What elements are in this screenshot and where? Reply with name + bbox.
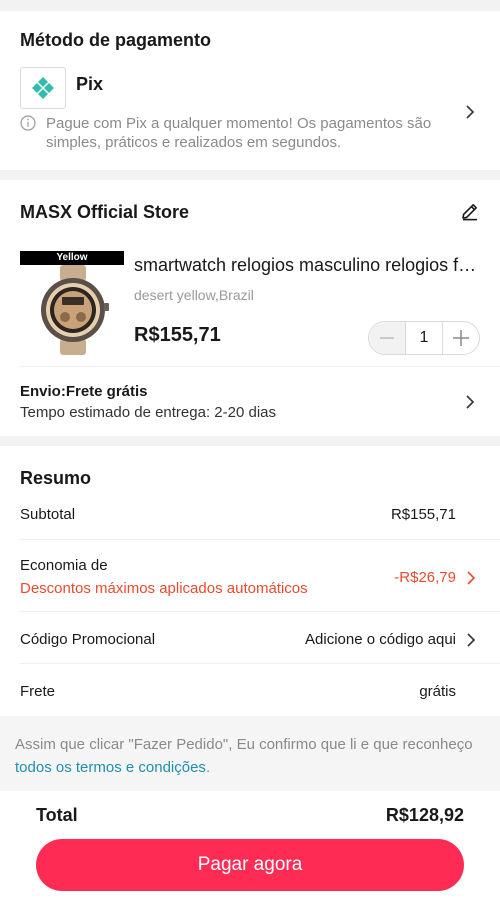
decrease-quantity-button[interactable]: [369, 322, 405, 354]
terms-end: .: [205, 759, 211, 776]
increase-quantity-button[interactable]: [443, 322, 479, 354]
quantity-value[interactable]: 1: [405, 322, 443, 354]
payment-note: Pague com Pix a qualquer momento! Os pag…: [46, 115, 432, 151]
shipping-fee-label: Frete: [20, 683, 56, 700]
product-title[interactable]: smartwatch relogios masculino relogios f…: [134, 255, 480, 276]
shipping-fee-value: grátis: [419, 683, 456, 700]
store-section: MASX Official Store Yellow smartwatch re…: [0, 180, 500, 436]
shipping-eta: Tempo estimado de entrega: 2-20 dias: [20, 404, 276, 421]
product-image-badge: Yellow: [20, 251, 124, 265]
product-image[interactable]: Yellow: [20, 251, 124, 355]
subtotal-label: Subtotal: [20, 506, 76, 523]
edit-icon[interactable]: [460, 201, 480, 221]
divider: [20, 539, 500, 540]
store-name: MASX Official Store: [20, 202, 190, 222]
divider: [20, 366, 500, 367]
terms-statement: Assim que clicar "Fazer Pedido", Eu conf…: [15, 736, 473, 753]
savings-label: Economia de: [20, 557, 108, 574]
total-value: R$128,92: [385, 805, 464, 825]
payment-method-section[interactable]: Método de pagamento Pix Pague com Pix a …: [0, 11, 500, 170]
subtotal-value: R$155,71: [390, 506, 456, 523]
total-label: Total: [36, 805, 78, 825]
savings-value[interactable]: -R$26,79: [394, 569, 456, 586]
terms-notice: Assim que clicar "Fazer Pedido", Eu conf…: [0, 716, 500, 791]
minus-icon: [380, 337, 394, 339]
pay-now-button[interactable]: Pagar agora: [36, 839, 464, 891]
checkout-footer: Total R$128,92 Pagar agora: [0, 791, 500, 899]
chevron-right-icon[interactable]: [465, 394, 475, 410]
promo-code-label: Código Promocional: [20, 631, 156, 648]
summary-title: Resumo: [20, 468, 92, 488]
payment-section-title: Método de pagamento: [20, 30, 212, 50]
savings-description: Descontos máximos aplicados automáticos: [20, 580, 308, 597]
payment-method-name: Pix: [76, 74, 104, 94]
chevron-right-icon[interactable]: [466, 570, 476, 586]
terms-link[interactable]: todos os termos e condições: [15, 759, 206, 776]
smartwatch-icon: [41, 265, 109, 355]
pix-icon: [32, 77, 54, 99]
summary-section: Resumo Subtotal R$155,71 Economia de Des…: [0, 446, 500, 716]
plus-icon: [453, 330, 469, 346]
chevron-right-icon[interactable]: [465, 104, 475, 120]
chevron-right-icon[interactable]: [466, 632, 476, 648]
product-price: R$155,71: [134, 324, 221, 346]
info-icon: [20, 115, 36, 131]
terms-text: Assim que clicar "Fazer Pedido", Eu conf…: [15, 733, 485, 779]
pix-logo: [20, 67, 66, 109]
promo-code-input[interactable]: Adicione o código aqui: [305, 631, 456, 648]
shipping-title[interactable]: Envio:Frete grátis: [20, 383, 148, 400]
divider: [20, 611, 500, 612]
quantity-stepper: 1: [368, 321, 480, 355]
divider: [20, 663, 500, 664]
product-variant: desert yellow,Brazil: [134, 287, 254, 303]
